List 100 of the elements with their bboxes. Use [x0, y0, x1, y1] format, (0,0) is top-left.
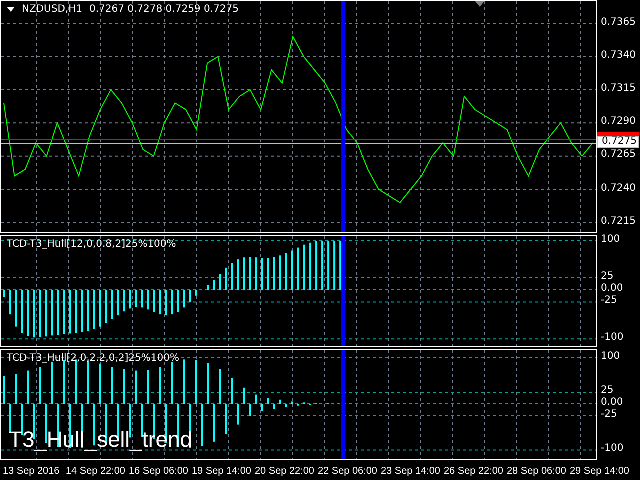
histogram-bar [219, 369, 222, 404]
axis-label: 0.7365 [601, 16, 636, 30]
axis-label: 25 [601, 270, 614, 284]
histogram-bar [171, 290, 174, 315]
histogram-bar [279, 256, 282, 290]
histogram-bar [159, 290, 162, 315]
axis-label: -100 [601, 331, 624, 346]
price-tag: 0.7275 [597, 136, 639, 148]
histogram-bar [9, 290, 12, 315]
histogram-bar [87, 290, 90, 332]
histogram-bar [219, 274, 222, 290]
histogram-bar [63, 290, 66, 334]
axis-label: 25 [601, 384, 614, 398]
dropdown-icon[interactable] [7, 7, 15, 12]
time-label: 19 Sep 14:00 [192, 466, 252, 476]
time-label: 29 Sep 14:00 [570, 466, 630, 476]
axis-label: 0.7240 [601, 182, 636, 196]
histogram-bar [117, 290, 120, 316]
histogram-bar [267, 398, 270, 404]
histogram-bar [39, 367, 42, 404]
time-label: 22 Sep 06:00 [318, 466, 378, 476]
axis-label: 0.00 [601, 396, 624, 410]
histogram-bar [147, 370, 150, 404]
histogram-bar [75, 290, 78, 334]
histogram-bar [279, 400, 282, 404]
histogram-bar [153, 290, 156, 312]
histogram-bar [165, 290, 168, 316]
histogram-bar [243, 388, 246, 404]
time-label: 23 Sep 14:00 [381, 466, 440, 476]
histogram-bar [21, 290, 24, 334]
histogram-bar [334, 240, 336, 290]
histogram-bar [183, 360, 186, 404]
histogram-bar [81, 290, 84, 332]
histogram-bar [195, 290, 198, 296]
axis-label: 0.7215 [601, 214, 636, 229]
histogram-bar [99, 364, 102, 404]
histogram-bar [9, 404, 12, 433]
time-label: 20 Sep 22:00 [255, 466, 314, 476]
histogram-bar [129, 290, 132, 309]
histogram-bar [135, 290, 138, 308]
time-label: 26 Sep 22:00 [444, 466, 504, 476]
histogram-bar [340, 240, 342, 290]
histogram-bar [39, 290, 42, 338]
histogram-bar [15, 374, 18, 404]
shift-marker-icon[interactable] [475, 1, 485, 7]
histogram-bar [51, 290, 54, 336]
histogram-bar [231, 263, 234, 290]
axis-label: 0.00 [601, 282, 624, 296]
histogram-bar [310, 242, 312, 290]
histogram-bar [225, 404, 228, 435]
histogram-bar [123, 290, 126, 312]
histogram-bar [316, 241, 318, 290]
histogram-bar [249, 404, 252, 416]
histogram-bar [322, 240, 324, 290]
histogram-bar [213, 280, 216, 290]
histogram-bar [27, 370, 30, 404]
histogram-bar [147, 290, 150, 310]
histogram-bar [135, 370, 138, 404]
histogram-bar [249, 257, 252, 290]
time-label: 28 Sep 06:00 [507, 466, 566, 476]
histogram-bar [171, 362, 174, 404]
histogram-bar [261, 258, 264, 290]
axis-label: -25 [601, 408, 618, 422]
histogram-bar [51, 362, 54, 404]
quotes-label: 0.7267 0.7278 0.7259 0.7275 [89, 4, 239, 15]
histogram-bar [105, 290, 108, 324]
indicator-label: TCD-T3_Hull[2,0,2.2,0,2]25%100% [7, 353, 180, 364]
axis-label: 0.7340 [601, 48, 636, 63]
time-label: 14 Sep 22:00 [66, 466, 126, 476]
time-label: 16 Sep 06:00 [129, 466, 188, 476]
histogram-bar [33, 290, 36, 338]
axis-label: -100 [601, 442, 624, 456]
histogram-bar [15, 290, 18, 327]
time-label: 13 Sep 2016 [3, 466, 60, 476]
histogram-bar [255, 258, 258, 290]
histogram-bar [267, 258, 270, 290]
axis-label: -25 [601, 294, 618, 308]
axis-label: 0.7290 [601, 115, 636, 130]
histogram-bar [195, 360, 198, 404]
histogram-bar [123, 369, 126, 404]
histogram-bar [57, 290, 60, 336]
histogram-bar [141, 290, 144, 308]
histogram-bar [69, 290, 72, 334]
histogram-bar [273, 404, 276, 410]
indicator-label: TCD-T3_Hull[12,0,0.8,2]25%100% [7, 239, 176, 250]
symbol-label: NZDUSD,H1 [22, 4, 82, 15]
histogram-bar [243, 258, 246, 290]
histogram-bar [159, 367, 162, 404]
histogram-bar [111, 367, 114, 404]
axis-label: 0.7265 [601, 148, 636, 162]
histogram-bar [237, 404, 240, 425]
histogram-bar [285, 253, 288, 290]
histogram-bar [255, 394, 258, 404]
histogram-bar [99, 290, 102, 327]
axis-label: 0.7315 [601, 82, 636, 96]
histogram-bar [93, 290, 96, 330]
histogram-bar [237, 260, 240, 290]
histogram-bar [177, 290, 180, 312]
histogram-bar [27, 290, 30, 336]
histogram-bar [189, 290, 192, 302]
